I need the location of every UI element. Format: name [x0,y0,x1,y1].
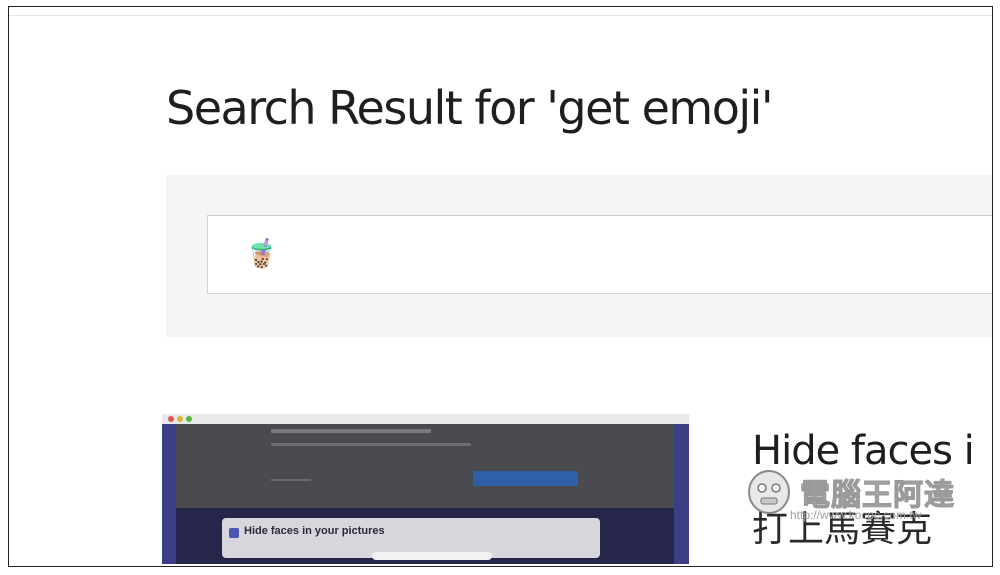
thumbnail-input-line [271,479,311,481]
thumbnail-card-pill [372,552,492,560]
page-title: Search Result for 'get emoji' [166,81,774,135]
result-thumbnail[interactable]: Hide faces in your pictures [162,414,689,564]
close-dot-icon [168,416,174,422]
maximize-dot-icon [186,416,192,422]
search-panel: 🧋 [166,175,992,337]
thumbnail-card: Hide faces in your pictures [222,518,600,560]
search-input-value: 🧋 [244,238,279,269]
search-input[interactable]: 🧋 [207,215,992,294]
header-divider [9,15,992,16]
watermark-url: http://www.kocpc.com.tw [790,508,922,522]
checkbox-icon [229,528,239,538]
watermark-face-icon [748,470,790,514]
window-titlebar [162,414,689,424]
thumbnail-text-line [271,443,471,446]
minimize-dot-icon [177,416,183,422]
thumbnail-card-text: Hide faces in your pictures [244,525,385,537]
thumbnail-heading-line [271,429,431,433]
thumbnail-button [473,471,578,486]
